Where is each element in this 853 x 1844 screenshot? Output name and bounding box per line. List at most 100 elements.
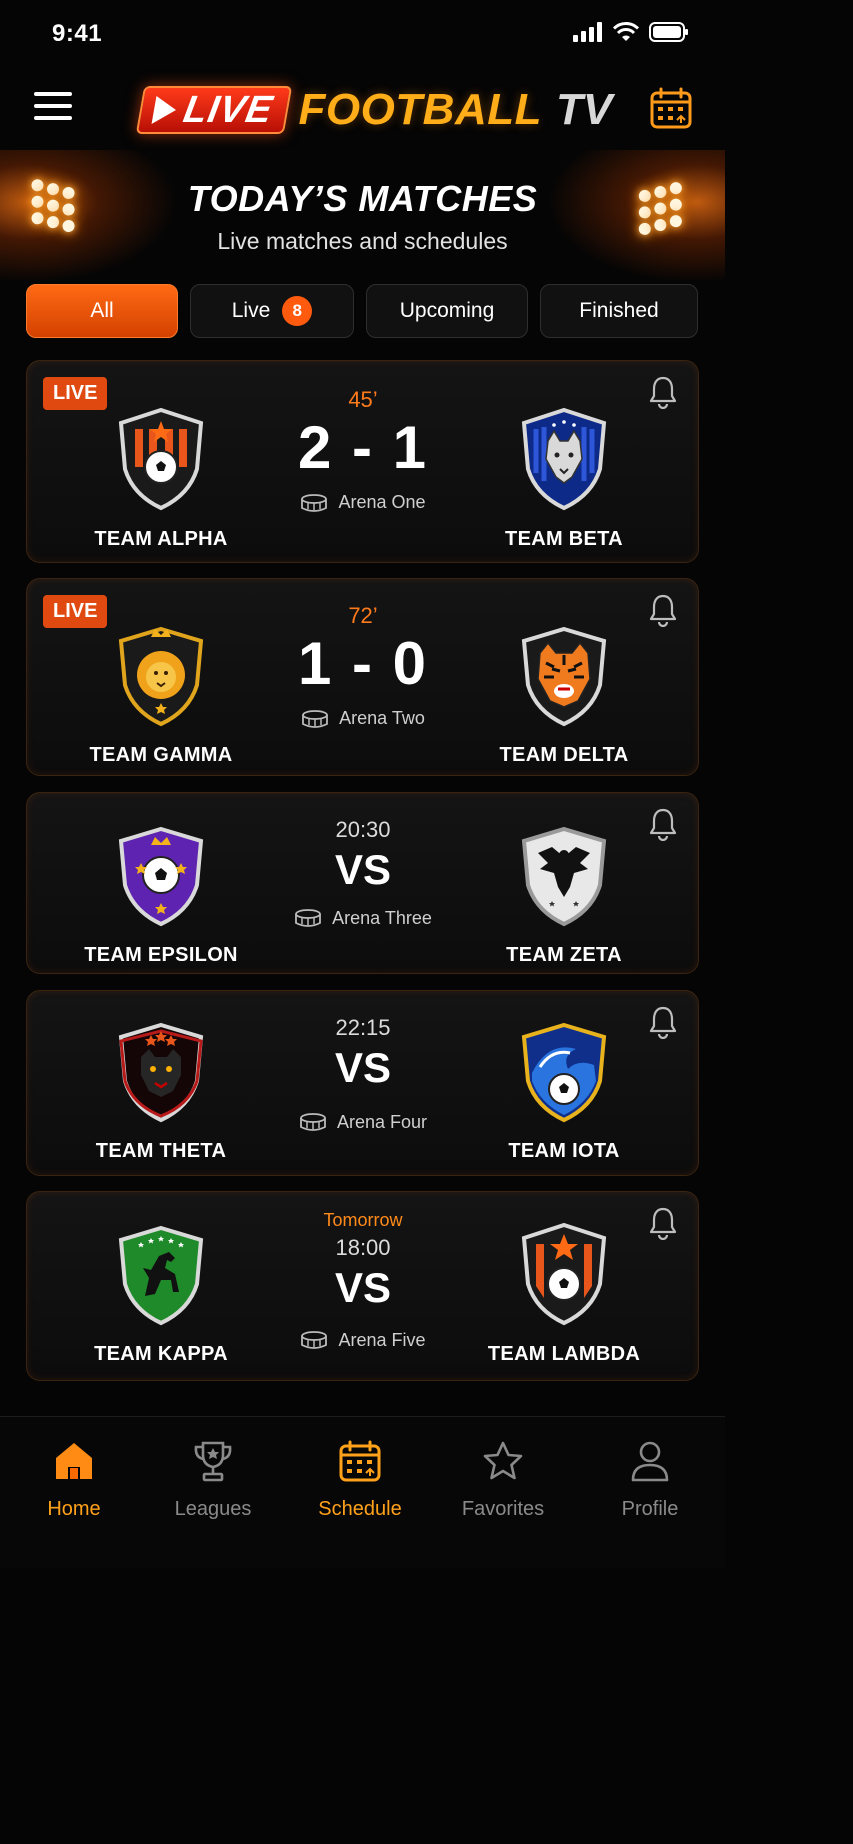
tab-label: Profile <box>621 1498 679 1520</box>
filter-tabs: All Live 8 Upcoming Finished <box>26 284 698 338</box>
away-team[interactable]: TEAM BETA <box>454 407 674 551</box>
match-score: 2 - 1 <box>297 414 429 481</box>
venue: Arena One <box>263 492 463 513</box>
bell-icon[interactable] <box>648 375 678 409</box>
team-name: TEAM GAMMA <box>89 744 233 766</box>
venue-name: Arena One <box>338 492 426 512</box>
away-team[interactable]: TEAM DELTA <box>454 623 674 767</box>
home-team[interactable]: TEAM GAMMA <box>51 623 271 767</box>
app-header: LIVE FOOTBALL TV <box>0 70 725 150</box>
tab-home[interactable]: Home <box>14 1439 134 1521</box>
status-icons <box>573 22 689 42</box>
match-center: Tomorrow 18:00 VS Arena Five <box>263 1210 463 1351</box>
star-icon <box>483 1441 523 1480</box>
stadium-icon <box>301 1331 328 1349</box>
wifi-icon <box>613 22 639 41</box>
match-time: 20:30 <box>335 817 391 842</box>
venue-name: Arena Five <box>338 1329 426 1350</box>
team-name: TEAM ALPHA <box>94 528 228 550</box>
logo-tv-text: TV <box>555 85 613 134</box>
away-team[interactable]: TEAM ZETA <box>454 823 674 967</box>
status-time: 9:41 <box>52 20 103 47</box>
home-icon <box>56 1443 92 1479</box>
venue-name: Arena Two <box>339 708 425 728</box>
team-name: TEAM DELTA <box>499 744 629 766</box>
team-name: TEAM KAPPA <box>94 1343 228 1365</box>
home-team[interactable]: TEAM KAPPA <box>51 1222 271 1366</box>
logo-football-text: FOOTBALL <box>298 85 542 134</box>
team-name: TEAM LAMBDA <box>487 1343 641 1365</box>
filter-live[interactable]: Live 8 <box>190 284 354 338</box>
venue-name: Arena Three <box>332 907 432 928</box>
away-team[interactable]: TEAM LAMBDA <box>454 1222 674 1366</box>
match-card[interactable]: TEAM KAPPA Tomorrow 18:00 VS Arena Five … <box>26 1191 699 1381</box>
tab-leagues[interactable]: Leagues <box>153 1439 273 1521</box>
bottom-nav: Home Leagues Schedule Favorites Profile <box>0 1416 725 1568</box>
team-epsilon-crest-icon <box>118 826 204 927</box>
vs-label: VS <box>334 846 392 893</box>
venue: Arena Four <box>263 1112 463 1133</box>
match-card[interactable]: LIVE TEAM ALPHA 45’ 2 - 1 Arena One TEAM… <box>26 360 699 563</box>
filter-label: Live <box>231 299 271 322</box>
battery-icon <box>649 22 688 42</box>
team-name: TEAM ZETA <box>506 944 622 966</box>
match-day: Tomorrow <box>323 1210 403 1230</box>
venue: Arena Two <box>263 708 463 729</box>
team-kappa-horse-crest-icon <box>118 1225 204 1326</box>
menu-button[interactable] <box>34 92 72 124</box>
app-logo: LIVE FOOTBALL TV <box>135 82 613 138</box>
status-bar: 9:41 <box>0 0 725 70</box>
team-name: TEAM IOTA <box>508 1140 620 1162</box>
match-card[interactable]: LIVE TEAM GAMMA 72’ 1 - 0 Arena Two TEAM… <box>26 578 699 776</box>
venue: Arena Five <box>263 1330 463 1351</box>
tab-label: Home <box>47 1498 101 1520</box>
team-beta-wolf-crest-icon <box>521 407 607 511</box>
team-theta-panther-crest-icon <box>118 1022 204 1123</box>
page-subtitle: Live matches and schedules <box>217 228 508 254</box>
filter-all[interactable]: All <box>26 284 178 338</box>
filter-label: All <box>90 299 114 322</box>
page-title: TODAY’S MATCHES <box>187 178 538 219</box>
venue: Arena Three <box>263 908 463 929</box>
match-time: 18:00 <box>335 1235 391 1260</box>
signal-icon <box>573 22 602 42</box>
match-minute: 45’ <box>348 387 378 412</box>
team-iota-wave-crest-icon <box>521 1022 607 1123</box>
match-center: 45’ 2 - 1 Arena One <box>263 387 463 513</box>
stadium-icon <box>301 493 328 512</box>
logo-live-badge: LIVE <box>135 86 293 134</box>
user-icon <box>631 1441 669 1482</box>
filter-upcoming[interactable]: Upcoming <box>366 284 528 338</box>
live-badge: LIVE <box>43 377 108 410</box>
logo-live-text: LIVE <box>180 88 277 131</box>
match-card[interactable]: TEAM THETA 22:15 VS Arena Four TEAM IOTA <box>26 990 699 1176</box>
stadium-icon <box>300 1113 326 1131</box>
tab-label: Leagues <box>174 1498 252 1520</box>
home-team[interactable]: TEAM EPSILON <box>51 823 271 967</box>
tab-label: Schedule <box>318 1498 402 1520</box>
team-alpha-crest-icon <box>118 407 204 511</box>
filter-label: Upcoming <box>399 299 495 322</box>
filter-finished[interactable]: Finished <box>540 284 698 338</box>
vs-label: VS <box>334 1044 392 1091</box>
team-delta-tiger-crest-icon <box>521 626 607 727</box>
team-name: TEAM THETA <box>95 1140 227 1162</box>
tab-profile[interactable]: Profile <box>590 1439 710 1521</box>
vs-label: VS <box>334 1264 392 1311</box>
home-team[interactable]: TEAM THETA <box>51 1019 271 1163</box>
match-card[interactable]: TEAM EPSILON 20:30 VS Arena Three TEAM Z… <box>26 792 699 974</box>
tab-schedule[interactable]: Schedule <box>300 1439 420 1521</box>
match-score: 1 - 0 <box>297 630 429 697</box>
venue-name: Arena Four <box>336 1111 428 1132</box>
filter-label: Finished <box>579 299 659 322</box>
live-count-badge: 8 <box>282 296 313 326</box>
calendar-icon[interactable] <box>649 86 693 130</box>
team-gamma-lion-crest-icon <box>118 626 204 727</box>
bell-icon[interactable] <box>648 593 678 627</box>
home-team[interactable]: TEAM ALPHA <box>51 407 271 551</box>
team-name: TEAM EPSILON <box>84 944 238 966</box>
menu-icon <box>34 92 72 96</box>
tab-favorites[interactable]: Favorites <box>443 1439 563 1521</box>
away-team[interactable]: TEAM IOTA <box>454 1019 674 1163</box>
match-minute: 72’ <box>348 603 378 628</box>
